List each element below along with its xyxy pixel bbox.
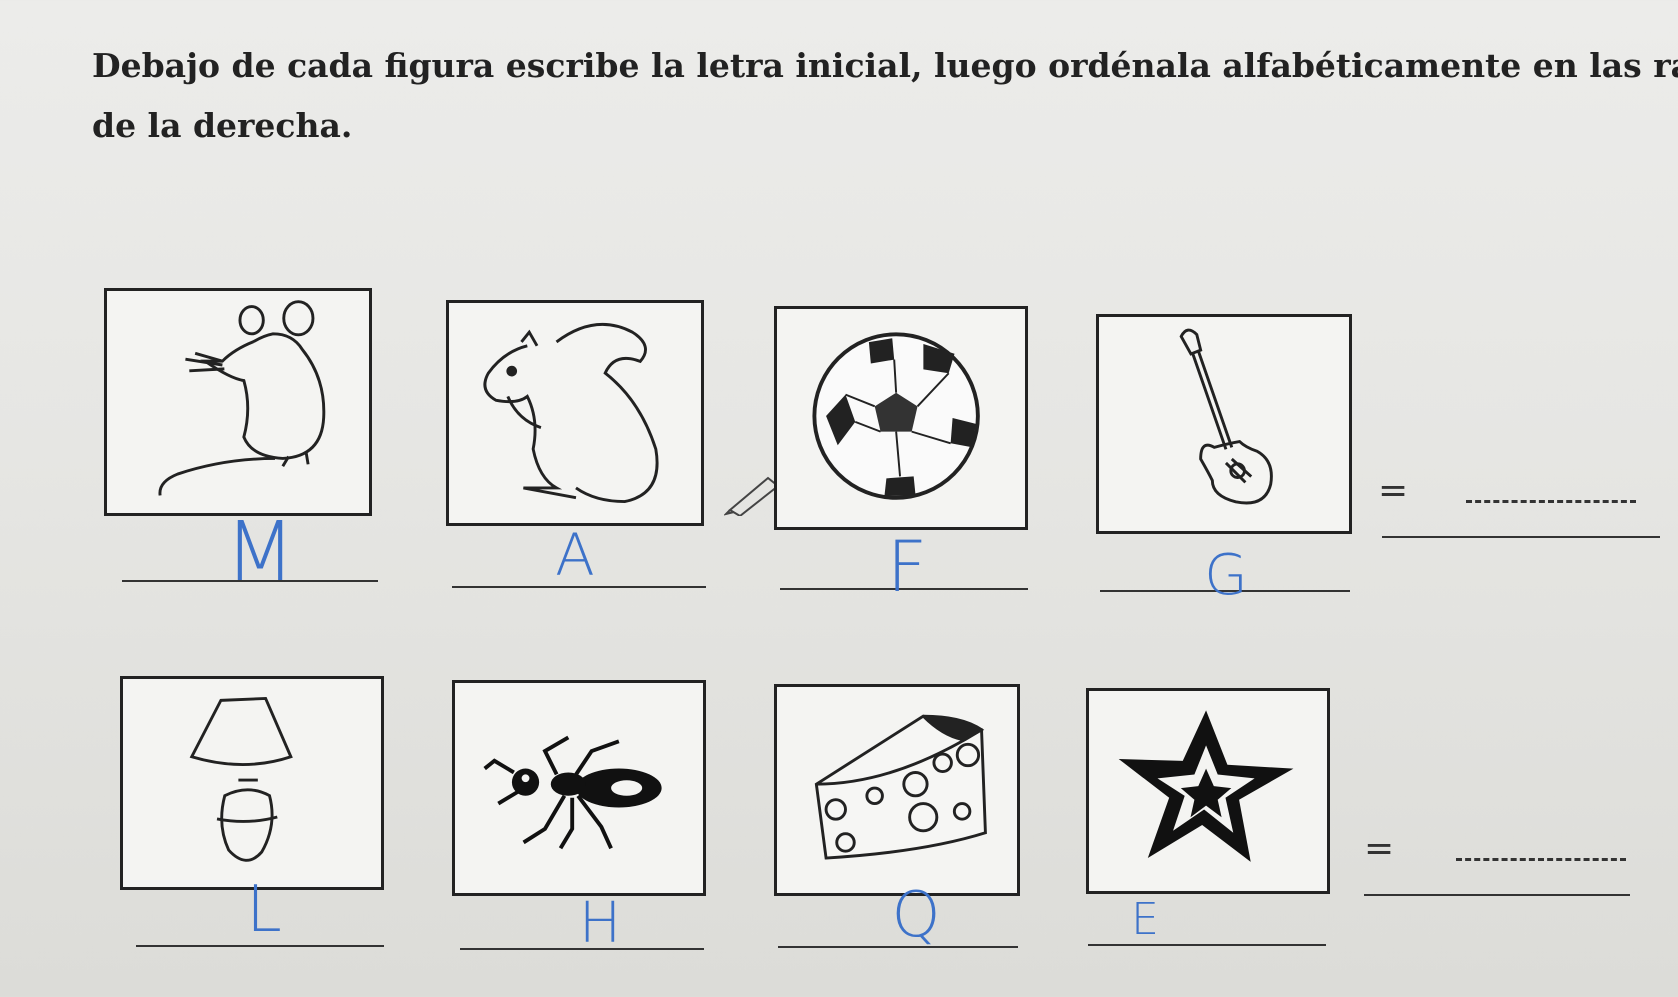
instructions: Debajo de cada figura escribe la letra i… [92, 36, 1678, 156]
handwritten-answer: F [886, 526, 928, 608]
guitar-icon [1179, 328, 1273, 505]
handwritten-answer: Q [891, 878, 941, 951]
mouse-picture-box [104, 288, 372, 516]
handwritten-answer: L [246, 873, 282, 947]
handwritten-answer: H [578, 891, 622, 956]
order-answer-dashes [1466, 500, 1636, 503]
handwritten-answer: M [224, 505, 296, 600]
handwritten-answer: A [555, 521, 595, 589]
lamp-picture-box [120, 676, 384, 890]
instruction-line-1: Debajo de cada figura escribe la letra i… [92, 46, 1678, 85]
instruction-line-2: de la derecha. [92, 106, 353, 145]
equals-sign: = [1364, 828, 1395, 869]
order-answer-line [1382, 536, 1660, 538]
order-answer-line [1364, 894, 1630, 896]
squirrel-icon [483, 322, 659, 504]
cheese-icon [814, 714, 987, 860]
squirrel-picture-box [446, 300, 704, 526]
soccer-ball-icon [812, 332, 980, 500]
order-answer-dashes [1456, 858, 1626, 861]
answer-line [1088, 944, 1326, 946]
ant-icon [483, 735, 662, 850]
star-picture-box [1086, 688, 1330, 894]
equals-sign: = [1378, 470, 1409, 511]
guitar-picture-box [1096, 314, 1352, 534]
lamp-icon [189, 696, 293, 862]
handwritten-answer: E [1131, 894, 1159, 945]
cheese-picture-box [774, 684, 1020, 896]
ant-picture-box [452, 680, 706, 896]
soccer-ball-picture-box [774, 306, 1028, 530]
handwritten-answer: G [1204, 543, 1248, 608]
star-icon [1118, 710, 1294, 862]
mouse-icon [158, 300, 326, 496]
